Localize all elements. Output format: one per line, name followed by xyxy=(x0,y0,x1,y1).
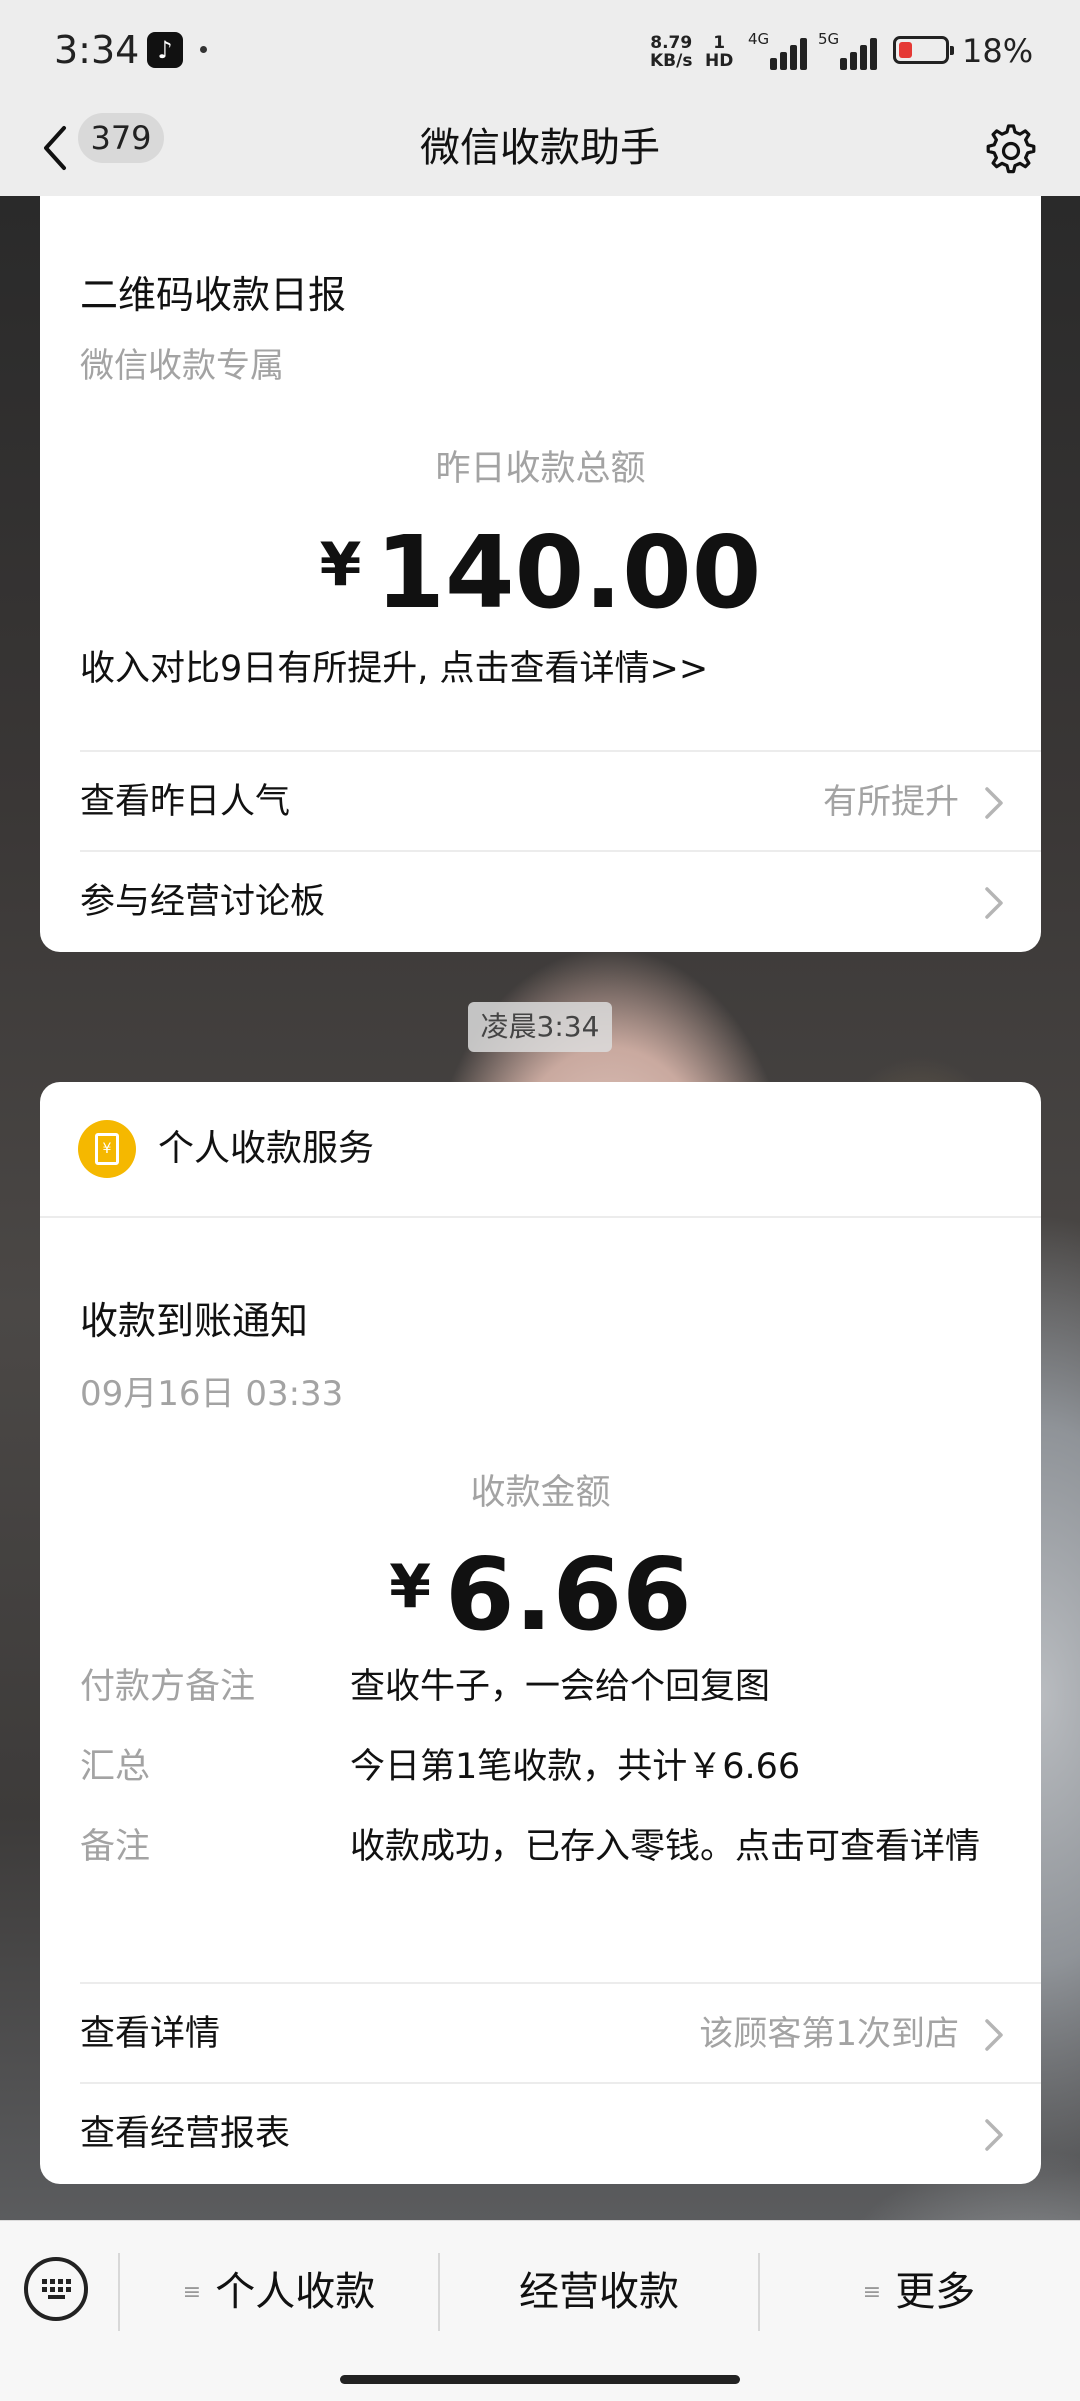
row-label: 查看详情 xyxy=(80,2014,221,2054)
row-value: 该顾客第1次到店 xyxy=(699,2014,959,2054)
menu-business-payment[interactable]: 经营收款 xyxy=(440,2253,758,2331)
detail-key: 备注 xyxy=(80,1827,151,1867)
menu-label: 经营收款 xyxy=(519,2269,679,2315)
signal-4g-icon: 4G xyxy=(748,30,808,70)
unread-count-badge[interactable]: 379 xyxy=(78,113,164,163)
clock: 3:34 xyxy=(54,28,140,72)
detail-value: 查收牛子，一会给个回复图 xyxy=(350,1667,771,1707)
page-title: 微信收款助手 xyxy=(420,125,660,171)
notification-dot xyxy=(200,46,207,53)
menu-personal-payment[interactable]: ≡ 个人收款 xyxy=(120,2253,438,2331)
message-timestamp: 凌晨3:34 xyxy=(468,1002,612,1052)
row-value: 有所提升 xyxy=(823,782,959,822)
payment-amount-value: 6.66 xyxy=(445,1536,692,1653)
signal-5g-label: 5G xyxy=(818,30,840,48)
network-speed-value: 8.79 xyxy=(650,33,693,53)
payment-amount: ¥6.66 xyxy=(40,1536,1041,1653)
report-subtitle: 微信收款专属 xyxy=(80,346,284,386)
divider xyxy=(40,1216,1041,1218)
daily-report-card[interactable]: 二维码收款日报 微信收款专属 昨日收款总额 ¥140.00 收入对比9日有所提升… xyxy=(40,196,1041,952)
chevron-right-icon xyxy=(985,787,1003,819)
chevron-right-icon xyxy=(985,2119,1003,2151)
bottom-menu-bar: ≡ 个人收款 经营收款 ≡ 更多 xyxy=(0,2220,1080,2401)
notice-datetime: 09月16日 03:33 xyxy=(80,1374,344,1414)
network-speed-unit: KB/s xyxy=(650,51,693,71)
currency-symbol: ¥ xyxy=(389,1552,431,1622)
row-yesterday-popularity[interactable]: 查看昨日人气 有所提升 xyxy=(40,752,1041,852)
row-label: 查看昨日人气 xyxy=(80,782,291,822)
volte-hd-indicator: 1 HD xyxy=(705,34,733,70)
compare-link[interactable]: 收入对比9日有所提升, 点击查看详情>> xyxy=(80,640,708,691)
chevron-right-icon xyxy=(985,887,1003,919)
total-amount-value: 140.00 xyxy=(375,514,762,631)
battery-fill xyxy=(899,42,912,58)
home-indicator[interactable] xyxy=(340,2375,740,2384)
submenu-icon: ≡ xyxy=(862,2280,882,2305)
status-bar: 3:34 ♪ 8.79 KB/s 1 HD 4G 5G 18% xyxy=(0,0,1080,100)
signal-5g-icon: 5G xyxy=(818,30,878,70)
total-label: 昨日收款总额 xyxy=(435,449,646,489)
row-label: 查看经营报表 xyxy=(80,2114,291,2154)
row-label: 参与经营讨论板 xyxy=(80,882,326,922)
row-discussion-board[interactable]: 参与经营讨论板 xyxy=(40,852,1041,952)
detail-value: 今日第1笔收款，共计￥6.66 xyxy=(350,1747,801,1787)
notice-title: 收款到账通知 xyxy=(80,1299,309,1343)
submenu-icon: ≡ xyxy=(182,2280,202,2305)
detail-value: 收款成功，已存入零钱。点击可查看详情 xyxy=(350,1827,981,1867)
gear-icon[interactable] xyxy=(984,122,1038,176)
battery-percent: 18% xyxy=(962,32,1034,70)
chevron-right-icon xyxy=(985,2019,1003,2051)
signal-4g-label: 4G xyxy=(748,30,770,48)
detail-key: 付款方备注 xyxy=(80,1667,256,1707)
menu-label: 更多 xyxy=(895,2269,976,2315)
wallet-icon: ¥ xyxy=(78,1120,136,1178)
menu-label: 个人收款 xyxy=(215,2269,376,2315)
nav-bar: 微信收款助手 xyxy=(0,100,1080,196)
amount-label: 收款金额 xyxy=(470,1473,611,1513)
payment-notice-card[interactable]: ¥ 个人收款服务 收款到账通知 09月16日 03:33 收款金额 ¥6.66 … xyxy=(40,1082,1041,2184)
menu-more[interactable]: ≡ 更多 xyxy=(760,2253,1078,2331)
volte-bottom: HD xyxy=(705,51,734,71)
row-view-details[interactable]: 查看详情 该顾客第1次到店 xyxy=(40,1984,1041,2084)
total-amount: ¥140.00 xyxy=(40,514,1041,631)
battery-icon xyxy=(893,36,954,64)
service-name: 个人收款服务 xyxy=(158,1128,375,1169)
tiktok-icon: ♪ xyxy=(147,32,183,68)
currency-symbol: ¥ xyxy=(319,530,362,600)
volte-top: 1 xyxy=(713,33,726,53)
keyboard-icon[interactable] xyxy=(24,2257,88,2321)
network-speed: 8.79 KB/s xyxy=(650,34,692,70)
report-title: 二维码收款日报 xyxy=(80,273,347,317)
row-business-report[interactable]: 查看经营报表 xyxy=(40,2084,1041,2184)
detail-key: 汇总 xyxy=(80,1747,151,1787)
